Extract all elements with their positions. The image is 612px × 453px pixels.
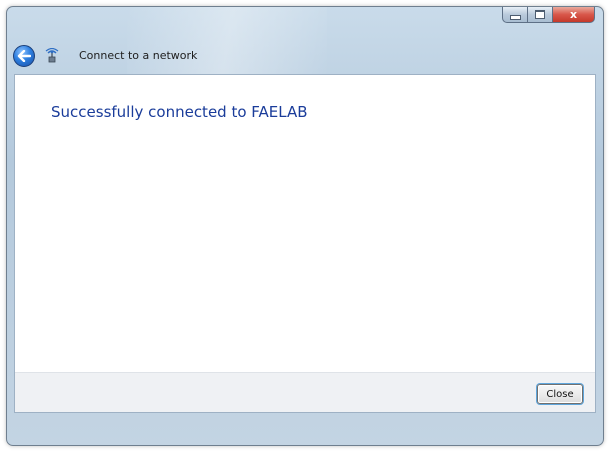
navigation-bar: Connect to a network <box>7 39 603 73</box>
network-icon <box>45 48 59 63</box>
maximize-icon <box>535 10 545 19</box>
back-arrow-icon <box>17 50 31 62</box>
close-button[interactable]: Close <box>537 384 583 404</box>
maximize-button[interactable] <box>527 7 552 23</box>
minimize-button[interactable] <box>502 7 527 23</box>
close-icon: x <box>569 8 578 21</box>
back-button[interactable] <box>13 45 35 67</box>
main-area: Successfully connected to FAELAB <box>15 75 595 413</box>
window-close-button[interactable]: x <box>552 7 595 23</box>
window-title: Connect to a network <box>79 49 198 62</box>
dialog-window: x Connect to a network Successfully conn… <box>6 6 604 446</box>
dialog-footer: Close <box>15 372 595 412</box>
caption-buttons: x <box>502 7 595 24</box>
content-panel: Successfully connected to FAELAB Close <box>14 74 596 413</box>
status-message: Successfully connected to FAELAB <box>51 103 308 121</box>
minimize-icon <box>509 15 521 20</box>
